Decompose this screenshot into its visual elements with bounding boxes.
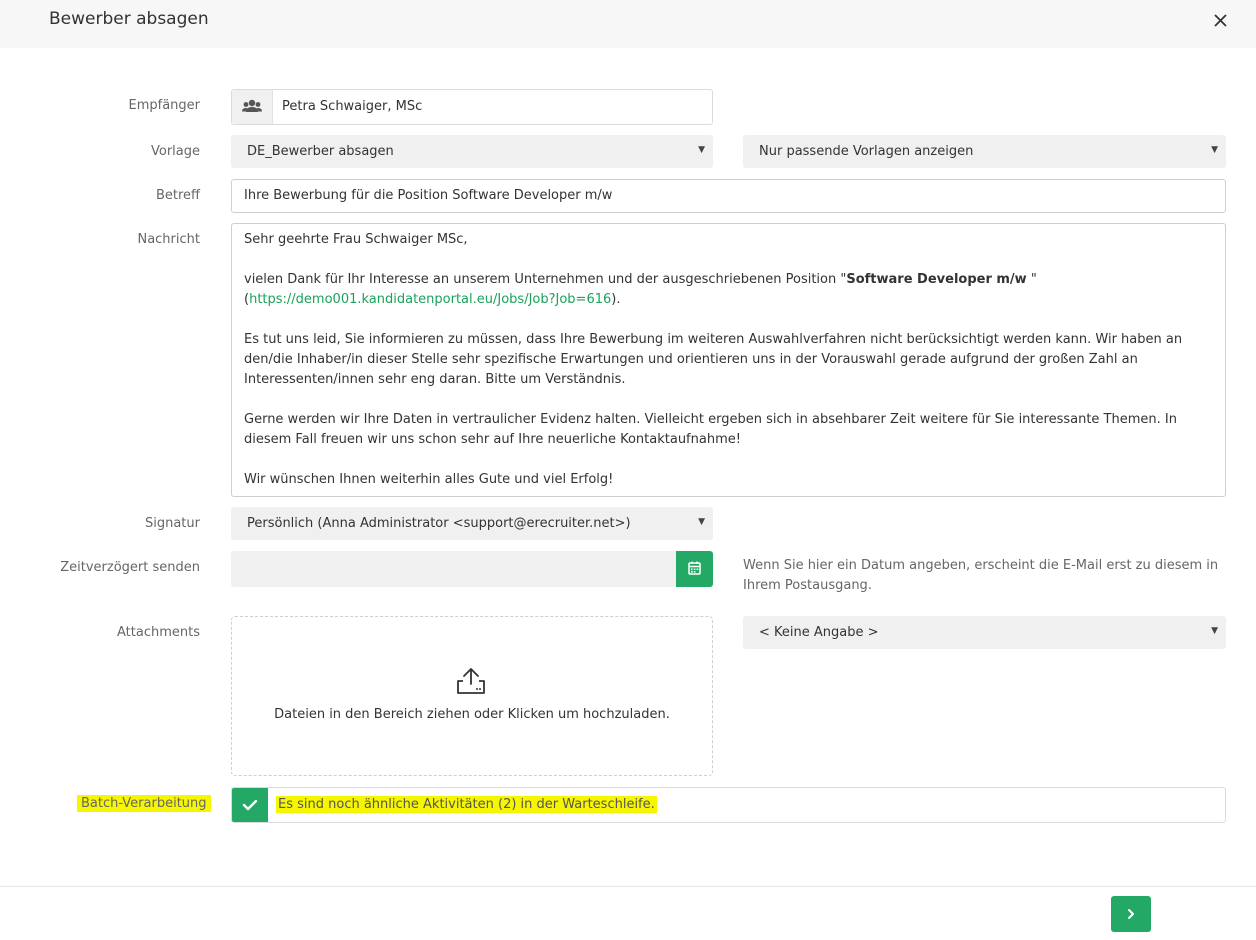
- template-filter-value: Nur passende Vorlagen anzeigen: [759, 144, 974, 159]
- chevron-down-icon: ▼: [1211, 626, 1218, 636]
- delayed-label: Zeitverzögert senden: [60, 560, 200, 575]
- chevron-down-icon: ▼: [698, 145, 705, 155]
- message-greeting: Sehr geehrte Frau Schwaiger MSc,: [244, 232, 468, 247]
- attachments-dropzone[interactable]: Dateien in den Bereich ziehen oder Klick…: [231, 616, 713, 776]
- close-icon: [1214, 14, 1227, 27]
- batch-text: Es sind noch ähnliche Aktivitäten (2) in…: [276, 796, 657, 813]
- chevron-right-icon: [1128, 909, 1134, 919]
- close-button[interactable]: [1210, 10, 1232, 32]
- message-paragraph-1: vielen Dank für Ihr Interesse an unserem…: [244, 272, 1037, 307]
- message-paragraph-2: Es tut uns leid, Sie informieren zu müss…: [244, 332, 1183, 387]
- batch-checkbox[interactable]: [232, 788, 268, 822]
- upload-icon: [457, 668, 485, 694]
- footer-divider: [0, 886, 1256, 887]
- template-select[interactable]: DE_Bewerber absagen ▼: [231, 135, 713, 168]
- dialog-title: Bewerber absagen: [49, 9, 209, 29]
- job-link[interactable]: https://demo001.kandidatenportal.eu/Jobs…: [249, 292, 611, 307]
- attachments-select[interactable]: < Keine Angabe > ▼: [743, 616, 1226, 649]
- message-label: Nachricht: [137, 232, 200, 247]
- signature-select[interactable]: Persönlich (Anna Administrator <support@…: [231, 507, 713, 540]
- subject-value: Ihre Bewerbung für die Position Software…: [244, 188, 613, 203]
- recipient-icon-box: [232, 90, 273, 124]
- subject-input[interactable]: Ihre Bewerbung für die Position Software…: [231, 179, 1226, 213]
- signature-select-value: Persönlich (Anna Administrator <support@…: [247, 516, 631, 531]
- template-select-value: DE_Bewerber absagen: [247, 144, 394, 159]
- calendar-icon: [688, 561, 701, 575]
- recipient-value: Petra Schwaiger, MSc: [282, 99, 423, 114]
- template-filter-select[interactable]: Nur passende Vorlagen anzeigen ▼: [743, 135, 1226, 168]
- attachments-select-value: < Keine Angabe >: [759, 625, 879, 640]
- signature-label: Signatur: [144, 516, 200, 531]
- dropzone-text: Dateien in den Bereich ziehen oder Klick…: [274, 707, 670, 722]
- message-paragraph-3: Gerne werden wir Ihre Daten in vertrauli…: [244, 412, 1177, 447]
- subject-label: Betreff: [155, 188, 200, 203]
- template-label: Vorlage: [150, 144, 200, 159]
- chevron-down-icon: ▼: [698, 517, 705, 527]
- users-icon: [242, 99, 262, 112]
- delayed-date-input[interactable]: [231, 551, 677, 587]
- recipient-label: Empfänger: [128, 98, 200, 113]
- message-paragraph-4: Wir wünschen Ihnen weiterhin alles Gute …: [244, 472, 614, 487]
- attachments-label: Attachments: [117, 625, 200, 640]
- chevron-down-icon: ▼: [1211, 145, 1218, 155]
- next-button[interactable]: [1111, 896, 1151, 932]
- delayed-hint: Wenn Sie hier ein Datum angeben, erschei…: [743, 558, 1219, 593]
- recipient-field[interactable]: Petra Schwaiger, MSc: [231, 89, 713, 125]
- calendar-button[interactable]: [676, 551, 713, 587]
- message-editor[interactable]: Sehr geehrte Frau Schwaiger MSc, vielen …: [231, 223, 1226, 497]
- dialog-header: Bewerber absagen: [0, 0, 1256, 48]
- check-icon: [242, 799, 258, 811]
- batch-label: Batch-Verarbeitung: [77, 795, 211, 812]
- job-title-bold: Software Developer m/w: [846, 272, 1027, 287]
- batch-row: Es sind noch ähnliche Aktivitäten (2) in…: [231, 787, 1226, 823]
